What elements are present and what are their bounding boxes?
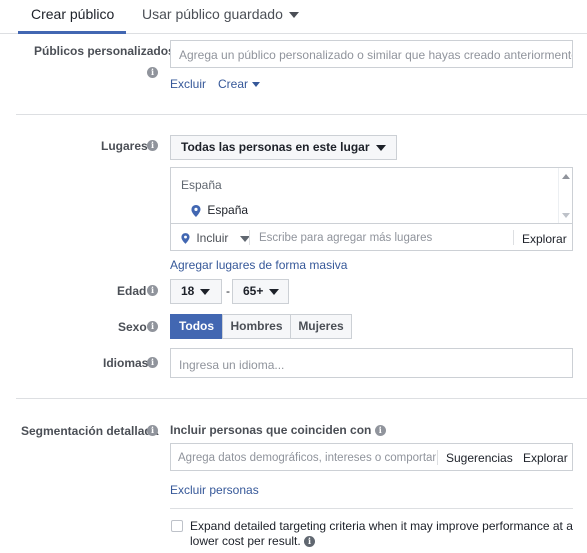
location-group-header: España bbox=[181, 178, 222, 192]
info-icon[interactable]: i bbox=[147, 67, 158, 78]
separator bbox=[249, 230, 250, 245]
selected-location-label: España bbox=[207, 203, 249, 217]
include-dropdown[interactable]: Incluir bbox=[181, 231, 251, 245]
info-icon[interactable]: i bbox=[374, 425, 386, 437]
browse-locations-button[interactable]: Explorar bbox=[522, 232, 567, 246]
audience-tabs: Crear público Usar público guardado bbox=[0, 0, 587, 34]
gender-option-all[interactable]: Todos bbox=[170, 314, 223, 339]
custom-audiences-label: Públicos personalizados bbox=[34, 44, 175, 58]
age-separator: - bbox=[226, 284, 230, 298]
section-divider bbox=[170, 508, 573, 509]
detailed-targeting-input[interactable]: Agrega datos demográficos, intereses o c… bbox=[178, 452, 436, 464]
selected-location-item[interactable]: España bbox=[191, 203, 248, 217]
info-icon[interactable]: i bbox=[147, 357, 158, 368]
separator bbox=[437, 450, 438, 465]
browse-targeting-button[interactable]: Explorar bbox=[523, 451, 568, 465]
exclude-custom-audience-link[interactable]: Excluir bbox=[170, 77, 206, 91]
expand-targeting-checkbox[interactable] bbox=[171, 520, 183, 532]
age-label: Edad bbox=[117, 284, 147, 298]
bulk-locations-link[interactable]: Agregar lugares de forma masiva bbox=[170, 258, 347, 272]
separator bbox=[513, 230, 514, 245]
locations-label: Lugares bbox=[101, 139, 148, 153]
detailed-targeting-bar: Agrega datos demográficos, intereses o c… bbox=[170, 443, 573, 471]
info-icon[interactable]: i bbox=[147, 285, 158, 296]
section-divider bbox=[16, 398, 587, 399]
selected-locations-box: España España bbox=[170, 167, 573, 224]
chevron-down-icon bbox=[375, 144, 386, 151]
info-icon[interactable]: i bbox=[147, 321, 158, 332]
age-max-dropdown[interactable]: 65+ bbox=[232, 279, 289, 304]
active-tab-indicator bbox=[18, 31, 126, 34]
suggestions-button[interactable]: Sugerencias bbox=[446, 451, 513, 465]
language-input[interactable]: Ingresa un idioma... bbox=[170, 348, 573, 378]
detailed-targeting-label: Segmentación detallada bbox=[21, 424, 159, 438]
include-people-text: Incluir personas que coinciden con i bbox=[170, 423, 386, 437]
section-divider bbox=[16, 114, 587, 115]
age-min-value: 18 bbox=[181, 284, 195, 298]
age-min-dropdown[interactable]: 18 bbox=[170, 279, 222, 304]
info-icon[interactable]: i bbox=[147, 140, 158, 151]
include-people-label: Incluir personas que coinciden con bbox=[170, 423, 372, 437]
location-search-input[interactable]: Escribe para agregar más lugares bbox=[259, 232, 432, 244]
location-search-bar: Incluir Escribe para agregar más lugares… bbox=[170, 223, 573, 251]
info-icon[interactable]: i bbox=[304, 536, 316, 548]
gender-label: Sexo bbox=[118, 320, 147, 334]
chevron-down-icon bbox=[288, 12, 299, 19]
languages-label: Idiomas bbox=[103, 356, 149, 370]
create-audience-label: Crear bbox=[218, 77, 249, 91]
chevron-down-icon bbox=[252, 82, 261, 88]
location-pin-icon bbox=[191, 204, 201, 217]
info-icon[interactable]: i bbox=[147, 425, 158, 436]
scroll-down-icon[interactable] bbox=[562, 213, 570, 218]
exclude-people-link[interactable]: Excluir personas bbox=[170, 483, 259, 497]
gender-option-women[interactable]: Mujeres bbox=[290, 314, 352, 339]
create-audience-link[interactable]: Crear bbox=[218, 77, 261, 91]
expand-targeting-text: Expand detailed targeting criteria when … bbox=[190, 519, 575, 549]
scroll-up-icon[interactable] bbox=[562, 174, 570, 179]
gender-option-men[interactable]: Hombres bbox=[222, 314, 291, 339]
chevron-down-icon bbox=[269, 288, 280, 295]
location-type-value: Todas las personas en este lugar bbox=[181, 140, 370, 154]
location-list-scrollbar[interactable] bbox=[558, 168, 572, 224]
age-max-value: 65+ bbox=[243, 284, 264, 298]
chevron-down-icon bbox=[200, 288, 211, 295]
location-type-dropdown[interactable]: Todas las personas en este lugar bbox=[170, 135, 397, 160]
tab-saved-audience[interactable]: Usar público guardado bbox=[142, 6, 299, 22]
include-value: Incluir bbox=[196, 231, 229, 245]
custom-audience-input[interactable]: Agrega un público personalizado o simila… bbox=[170, 40, 573, 68]
tab-saved-audience-label: Usar público guardado bbox=[142, 6, 283, 22]
location-pin-icon bbox=[181, 233, 190, 245]
expand-targeting-label: Expand detailed targeting criteria when … bbox=[190, 519, 573, 548]
tab-create-audience[interactable]: Crear público bbox=[31, 6, 114, 22]
